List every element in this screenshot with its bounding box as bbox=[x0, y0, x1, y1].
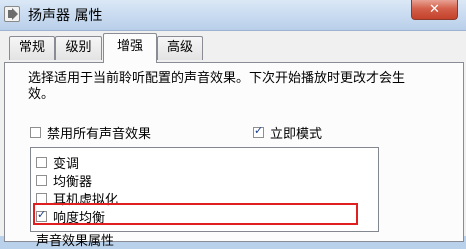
highlight-annotation-box bbox=[33, 203, 358, 225]
title-bar[interactable]: 扬声器 属性 ✕ bbox=[0, 0, 466, 31]
tab-enhancements[interactable]: 增强 bbox=[103, 33, 157, 63]
tab-levels[interactable]: 级别 bbox=[55, 36, 102, 60]
list-item-label: 变调 bbox=[53, 157, 80, 172]
properties-window: 扬声器 属性 ✕ 常规 级别 增强 高级 选择适用于当前聆听配置的声音效果。下次… bbox=[0, 0, 466, 249]
speaker-icon bbox=[4, 6, 20, 22]
check-icon: ✓ bbox=[254, 124, 264, 137]
disable-all-effects-label: 禁用所有声音效果 bbox=[47, 127, 152, 142]
list-item-pitch-shift[interactable]: 变调 bbox=[36, 153, 79, 172]
enhancements-description: 选择适用于当前聆听配置的声音效果。下次开始播放时更改才会生效。 bbox=[28, 71, 406, 102]
list-item-label: 均衡器 bbox=[53, 175, 93, 190]
immediate-mode-checkbox[interactable]: ✓ 立即模式 bbox=[253, 123, 322, 142]
checkbox-box[interactable] bbox=[36, 157, 47, 168]
window-title: 扬声器 属性 bbox=[28, 8, 103, 24]
checkbox-box[interactable] bbox=[36, 175, 47, 186]
checkbox-box[interactable]: ✓ bbox=[253, 124, 264, 138]
tab-advanced[interactable]: 高级 bbox=[157, 36, 203, 60]
tab-strip: 常规 级别 增强 高级 bbox=[0, 33, 466, 63]
list-item-equalizer[interactable]: 均衡器 bbox=[36, 171, 92, 190]
immediate-mode-label: 立即模式 bbox=[270, 127, 323, 142]
disable-all-effects-checkbox[interactable]: 禁用所有声音效果 bbox=[30, 123, 151, 142]
tab-general[interactable]: 常规 bbox=[9, 36, 55, 60]
close-button[interactable]: ✕ bbox=[411, 0, 458, 20]
checkbox-box[interactable] bbox=[30, 127, 41, 138]
